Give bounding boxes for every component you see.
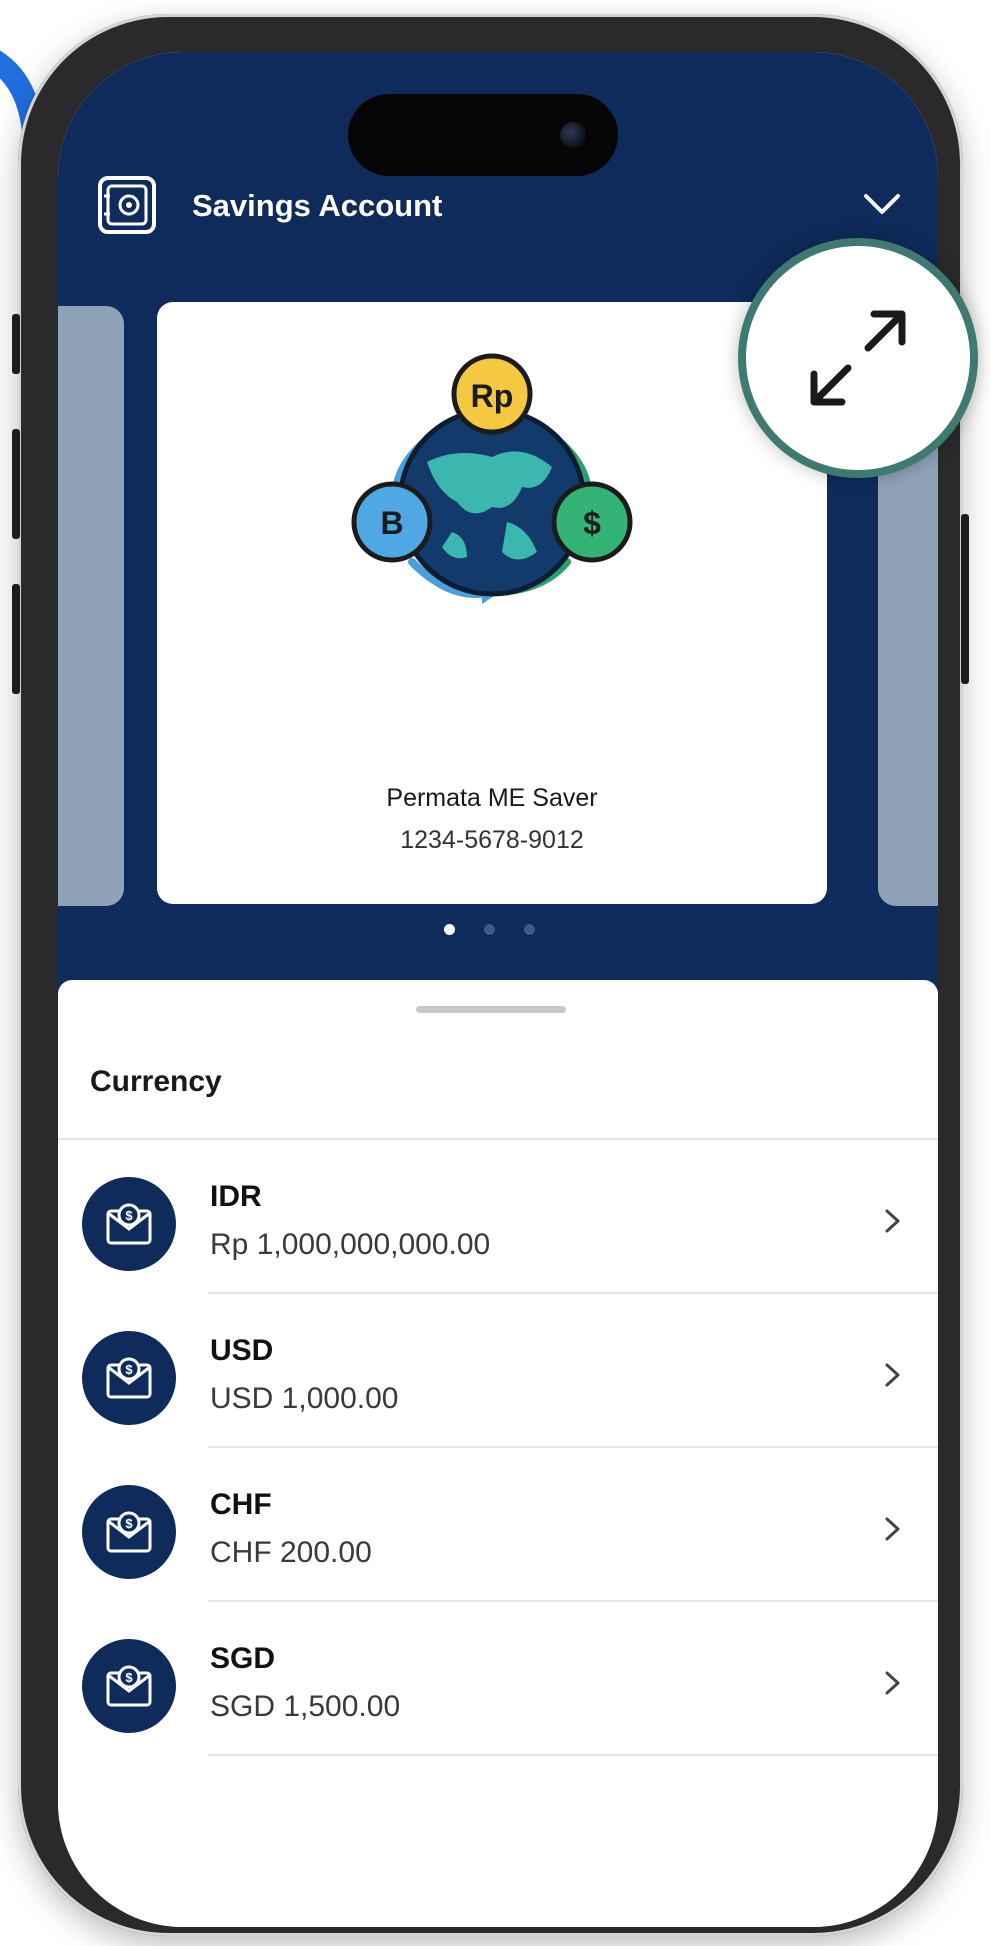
currency-code: IDR <box>210 1180 262 1213</box>
sheet-drag-handle[interactable] <box>416 1006 566 1013</box>
pagination-dot-1[interactable] <box>444 924 455 935</box>
expand-card-button[interactable] <box>738 238 978 478</box>
phone-volume-up <box>12 429 20 539</box>
currency-balance: SGD 1,500.00 <box>210 1690 401 1723</box>
currency-code: USD <box>210 1334 274 1367</box>
camera <box>560 122 586 148</box>
coin-dollar-label: $ <box>583 505 601 541</box>
money-envelope-icon: $ <box>82 1485 176 1579</box>
currency-row-chf[interactable]: $ CHF CHF 200.00 <box>58 1448 938 1602</box>
safe-vault-icon <box>98 176 156 234</box>
pagination-dot-3[interactable] <box>524 924 535 935</box>
svg-text:$: $ <box>125 1670 133 1685</box>
account-card[interactable]: Rp B $ Permata ME Saver 1234-5678-9012 <box>157 302 827 904</box>
coin-b-label: B <box>380 505 403 541</box>
currency-sheet: Currency $ IDR Rp 1,000,000,000.00 $ USD… <box>58 980 938 1927</box>
phone-power-button <box>961 514 969 684</box>
account-type-title: Savings Account <box>192 188 443 223</box>
account-selector[interactable]: Savings Account <box>96 174 900 244</box>
svg-text:$: $ <box>125 1516 133 1531</box>
dynamic-island <box>348 94 618 176</box>
svg-text:$: $ <box>125 1208 133 1223</box>
chevron-right-icon <box>885 1363 900 1387</box>
money-envelope-icon: $ <box>82 1639 176 1733</box>
previous-card-peek[interactable] <box>58 306 124 906</box>
chevron-right-icon <box>885 1517 900 1541</box>
money-envelope-icon: $ <box>82 1331 176 1425</box>
coin-rp-label: Rp <box>471 378 514 414</box>
currency-row-usd[interactable]: $ USD USD 1,000.00 <box>58 1294 938 1448</box>
pagination-dot-2[interactable] <box>484 924 495 935</box>
chevron-down-icon[interactable] <box>860 184 904 224</box>
phone-action-button <box>12 314 20 374</box>
product-name: Permata ME Saver <box>386 784 598 812</box>
section-title: Currency <box>90 1065 222 1098</box>
account-number: 1234-5678-9012 <box>400 826 584 854</box>
global-currency-illustration: Rp B $ <box>351 353 633 604</box>
currency-balance: USD 1,000.00 <box>210 1382 399 1415</box>
money-envelope-icon: $ <box>82 1177 176 1271</box>
currency-balance: CHF 200.00 <box>210 1536 372 1569</box>
currency-row-sgd[interactable]: $ SGD SGD 1,500.00 <box>58 1602 938 1756</box>
phone-volume-down <box>12 584 20 694</box>
svg-text:$: $ <box>125 1362 133 1377</box>
expand-arrows-icon <box>810 310 906 406</box>
currency-row-idr[interactable]: $ IDR Rp 1,000,000,000.00 <box>58 1140 938 1294</box>
currency-balance: Rp 1,000,000,000.00 <box>210 1228 491 1261</box>
currency-code: SGD <box>210 1642 276 1675</box>
chevron-right-icon <box>885 1209 900 1233</box>
currency-code: CHF <box>210 1488 272 1521</box>
row-divider <box>208 1754 938 1756</box>
chevron-right-icon <box>885 1671 900 1695</box>
